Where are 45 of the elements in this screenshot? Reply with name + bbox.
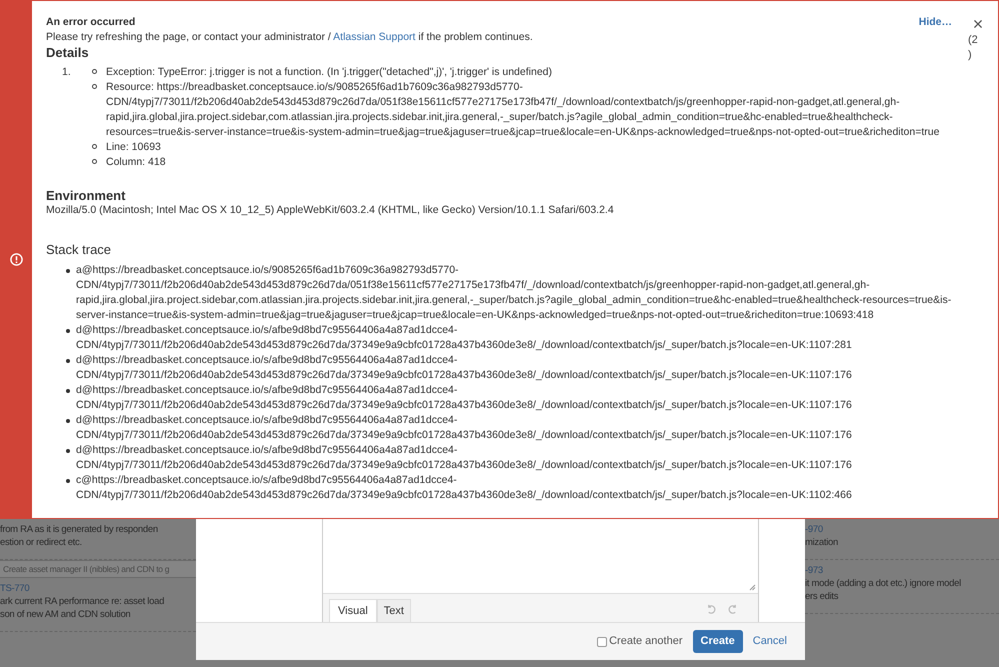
environment-heading: Environment [46,188,126,203]
bullet-icon [66,419,70,423]
error-title: An error occurred [46,15,136,30]
detail-text: Resource: https://breadbasket.conceptsauce.io/s/9085265f6ad1b7609c36a982793d5770-CDN/4typj7/73011/f2b206d40ab2de543d453d879c26d7da/051f38e15611cf577e27175e173fb47f/_/download/contextbatch/js/greenhopper-rapid-non-gadget,atl.general,gh-rapid,jira.global,jira.project.sidebar,com.atlassian.jira.projects.sidebar.init,jira.general,-_super/batch.js?agile_global_admin_condition=true&hc-enabled=true&healthcheck-resources=true&is-server-instance=true&is-system-admin=true&jag=true&jaguser=true&jcap=true&locale=en-UK&nps-acknowledged=true&nps-not-opted-out=true&richediton=true [106,80,940,140]
issue-summary: ark current RA performance re: asset load [0,595,166,608]
bullet-icon [66,389,70,393]
editor-tab[interactable]: Text [376,599,411,622]
issue-summary: estion or redirect etc. [0,536,83,549]
resize-handle-icon [749,584,756,591]
swimlane-header: Create asset manager II (nibbles) and CDN to g [0,560,196,578]
detail-text: Line: 10693 [106,140,161,155]
support-link[interactable]: Atlassian Support [333,31,416,43]
close-button[interactable]: × [972,15,984,33]
bullet-icon [92,144,97,149]
list-number: 1. [61,65,72,80]
error-count: (2 ) [967,33,978,63]
issue-summary: son of new AM and CDN solution [0,608,132,621]
issue-summary: from RA as it is generated by responden [0,523,159,536]
detail-text: Exception: TypeError: j.trigger is not a function. (In 'j.trigger("detached",j)', 'j.trigger' is undefined) [106,65,552,80]
bullet-icon [66,329,70,333]
checkbox[interactable] [597,636,608,646]
bullet-icon [66,479,70,483]
cancel-link[interactable]: Cancel [750,633,789,650]
issue-summary: mization [805,536,839,549]
bullet-icon [92,84,97,89]
stack-trace-heading: Stack trace [46,242,112,257]
stack-frame: c@https://breadbasket.conceptsauce.io/s/afbe9d8bd7c95564406a4a87ad1dcce4-CDN/4typj7/73011/f2b206d40ab2de543d453d879c26d7da/37349e9a9cbfc01728a437b4360de3e8/_/download/contextbatch/js/_super/batch.js?locale=en-UK:1102:466 [76,473,952,503]
bullet-icon [66,359,70,363]
bullet-icon [66,449,70,453]
environment-text: Mozilla/5.0 (Macintosh; Intel Mac OS X 10_12_5) AppleWebKit/603.2.4 (KHTML, like Gecko) Version/10.1.1 Safari/603.2.4 [46,203,615,218]
error-icon [10,253,23,266]
create-button[interactable]: Create [692,630,743,653]
bullet-icon [92,69,97,74]
issue-summary: ers edits [805,590,840,603]
error-message: Please try refreshing the page, or contact your administrator / Atlassian Support if the problem continues. [46,30,534,45]
undo-icon[interactable] [706,604,717,615]
editor-tab[interactable]: Visual [329,599,377,622]
bullet-icon [92,159,97,164]
checkbox-label: Create another [609,634,682,650]
issue-summary: it mode (adding a dot etc.) ignore model [805,577,962,590]
hide-link[interactable]: Hide… [918,15,952,30]
bullet-icon [66,269,70,273]
redo-icon[interactable] [727,604,738,615]
details-heading: Details [46,45,90,60]
detail-text: Column: 418 [106,155,166,170]
